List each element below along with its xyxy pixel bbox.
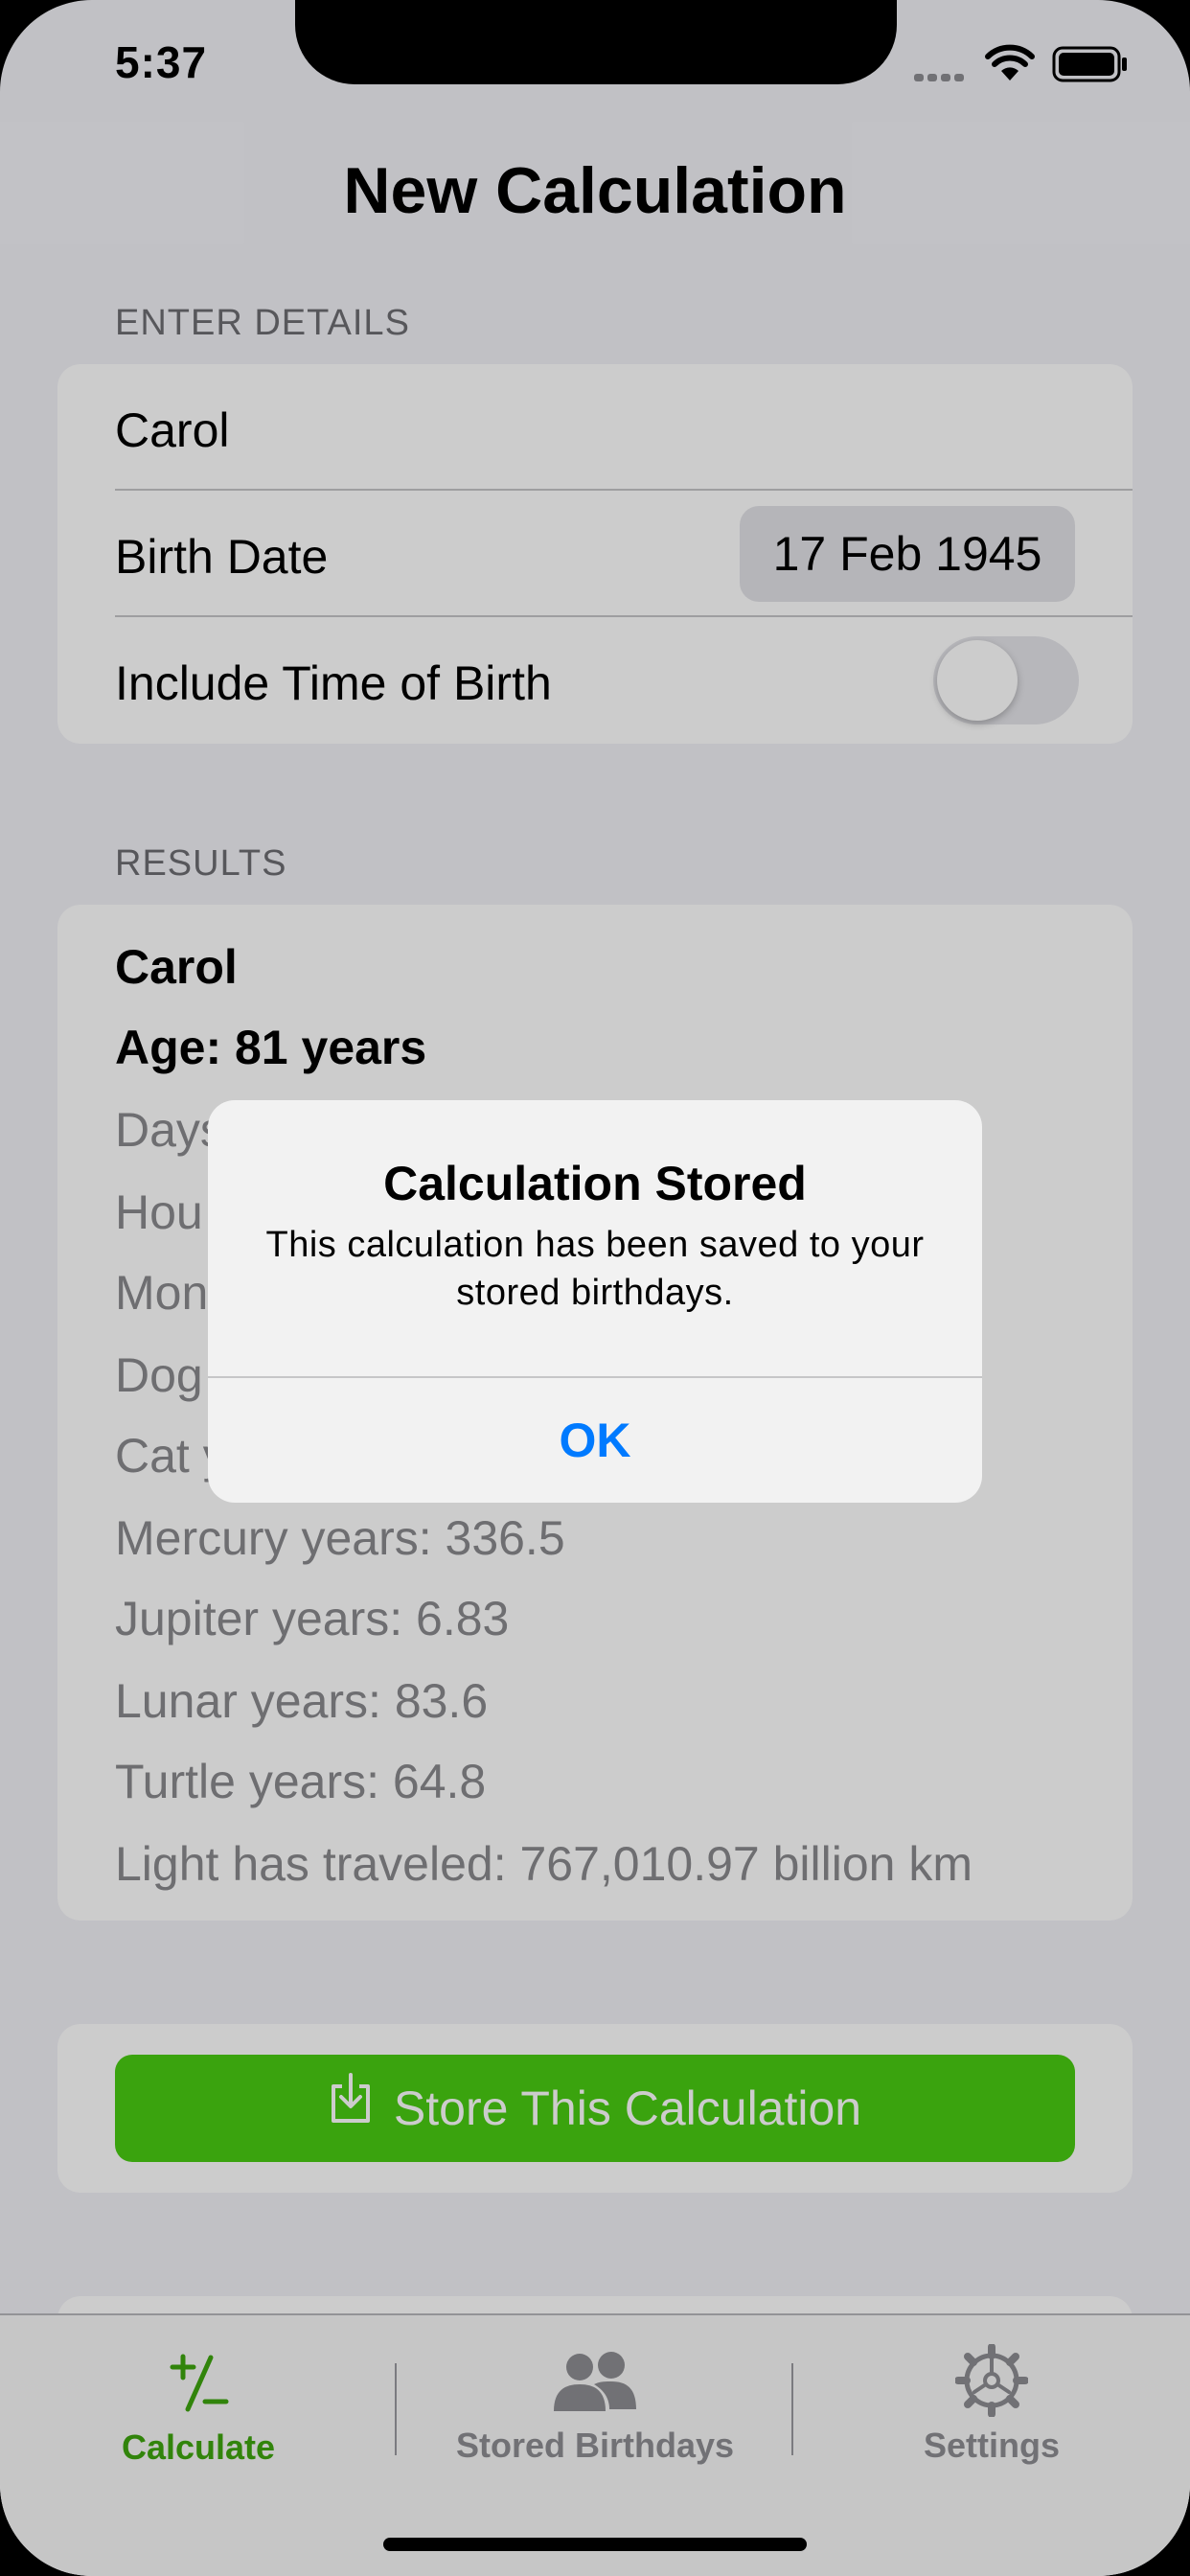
alert-message: This calculation has been saved to your … bbox=[265, 1225, 925, 1313]
alert-title: Calculation Stored bbox=[383, 1157, 807, 1210]
home-indicator[interactable] bbox=[383, 2538, 807, 2551]
alert-ok-button[interactable]: OK bbox=[208, 1378, 982, 1503]
alert-dialog: Calculation Stored This calculation has … bbox=[208, 1100, 982, 1503]
phone-screen: 5:37 New Calculation ENTER DETAILS Carol… bbox=[0, 0, 1190, 2576]
